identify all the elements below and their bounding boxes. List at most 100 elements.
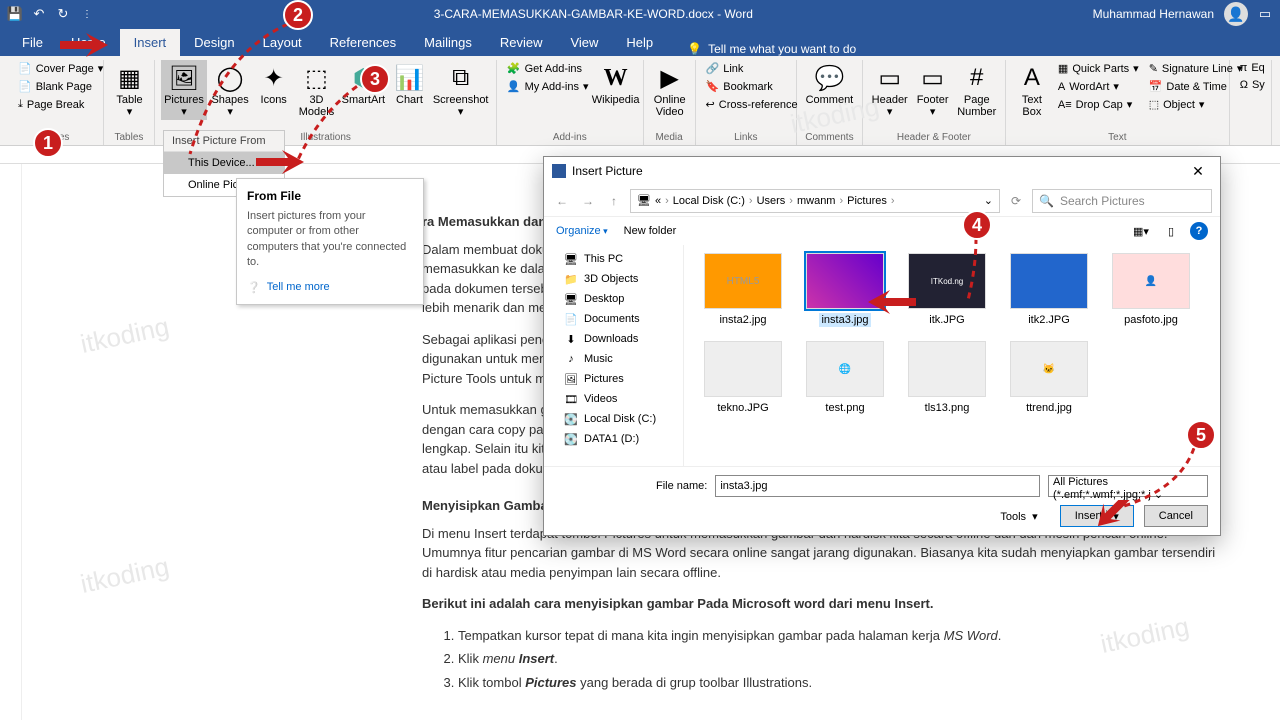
callout-3: 3	[360, 64, 390, 94]
ribbon-options-icon[interactable]: ▭	[1258, 7, 1272, 21]
preview-pane-icon[interactable]: ▯	[1160, 220, 1182, 242]
back-icon[interactable]: ←	[552, 191, 572, 211]
save-icon[interactable]: 💾	[8, 7, 22, 21]
tell-me-more-link[interactable]: ❔Tell me more	[247, 281, 413, 294]
tools-button[interactable]: Tools ▾	[1000, 510, 1037, 523]
close-icon[interactable]: ✕	[1184, 163, 1212, 180]
bookmark-button[interactable]: 🔖 Bookmark	[702, 78, 802, 95]
downloads-icon: ⬇	[564, 332, 578, 346]
tree-desktop[interactable]: 🖥Desktop	[544, 289, 683, 309]
folder-tree: 🖥This PC 📁3D Objects 🖥Desktop 📄Documents…	[544, 245, 684, 466]
tab-file[interactable]: File	[8, 29, 57, 56]
chevron-down-icon[interactable]: ⌄	[984, 194, 993, 207]
group-addins: Add-ins	[503, 130, 637, 145]
file-list: HTML5insta2.jpg insta3.jpg ITKod.ngitk.J…	[684, 245, 1220, 466]
tree-data1-d[interactable]: 💽DATA1 (D:)	[544, 429, 683, 449]
quick-parts-button[interactable]: ▦ Quick Parts ▾	[1054, 60, 1143, 77]
tooltip-body: Insert pictures from your computer or fr…	[247, 209, 413, 271]
tree-3d-objects[interactable]: 📁3D Objects	[544, 269, 683, 289]
file-item[interactable]: tekno.JPG	[702, 341, 784, 415]
wikipedia-button[interactable]: WWikipedia	[595, 60, 637, 108]
table-button[interactable]: ▦Table▾	[110, 60, 150, 120]
group-header-footer: Header & Footer	[869, 130, 999, 145]
up-icon[interactable]: ↑	[604, 191, 624, 211]
redo-icon[interactable]: ↻	[56, 7, 70, 21]
cross-reference-button[interactable]: ↩ Cross-reference	[702, 96, 802, 113]
pagenum-icon: #	[961, 62, 993, 94]
tree-documents[interactable]: 📄Documents	[544, 309, 683, 329]
filename-input[interactable]	[715, 475, 1040, 497]
tree-videos[interactable]: 🎞Videos	[544, 389, 683, 409]
tree-pictures[interactable]: 🖼Pictures	[544, 369, 683, 389]
file-item[interactable]: 🐱ttrend.jpg	[1008, 341, 1090, 415]
refresh-icon[interactable]: ⟳	[1006, 191, 1026, 211]
comment-button[interactable]: 💬Comment	[803, 60, 856, 108]
avatar[interactable]: 👤	[1224, 2, 1248, 26]
view-icon[interactable]: ▦▾	[1130, 220, 1152, 242]
pictures-icon: 🖼	[564, 372, 578, 386]
symbol-button[interactable]: Ω Sy	[1236, 77, 1269, 93]
tab-review[interactable]: Review	[486, 29, 557, 56]
file-item[interactable]: 🌐test.png	[804, 341, 886, 415]
chart-icon: 📊	[393, 62, 425, 94]
file-item[interactable]: itk2.JPG	[1008, 253, 1090, 327]
textbox-icon: A	[1016, 62, 1048, 94]
my-addins-button[interactable]: 👤 My Add-ins ▾	[503, 78, 593, 95]
tab-mailings[interactable]: Mailings	[410, 29, 486, 56]
undo-icon[interactable]: ↶	[32, 7, 46, 21]
tell-me-search[interactable]: 💡 Tell me what you want to do	[667, 42, 1280, 56]
vertical-ruler[interactable]	[0, 164, 22, 720]
file-item[interactable]: tls13.png	[906, 341, 988, 415]
screenshot-button[interactable]: ⧉Screenshot▾	[431, 60, 489, 120]
word-icon	[552, 164, 566, 178]
wikipedia-icon: W	[600, 62, 632, 94]
dashed-path	[1120, 448, 1200, 518]
help-icon[interactable]: ?	[1190, 222, 1208, 240]
dialog-title: Insert Picture	[572, 164, 643, 178]
tab-insert[interactable]: Insert	[120, 29, 181, 56]
page-number-button[interactable]: #Page Number	[955, 60, 999, 120]
get-addins-button[interactable]: 🧩 Get Add-ins	[503, 60, 593, 77]
tree-this-pc[interactable]: 🖥This PC	[544, 249, 683, 269]
group-text: Text	[1012, 130, 1223, 145]
file-item[interactable]: 👤pasfoto.jpg	[1110, 253, 1192, 327]
doc-list: Tempatkan kursor tepat di mana kita ingi…	[422, 626, 1220, 693]
arrow-annotation	[868, 290, 918, 320]
comment-icon: 💬	[813, 62, 845, 94]
group-tables: Tables	[110, 130, 149, 145]
tree-local-disk-c[interactable]: 💽Local Disk (C:)	[544, 409, 683, 429]
documents-icon: 📄	[564, 312, 578, 326]
file-item[interactable]: HTML5insta2.jpg	[702, 253, 784, 327]
group-media: Media	[650, 130, 689, 145]
breadcrumb[interactable]: 🖥 «› Local Disk (C:)› Users› mwanm› Pict…	[630, 189, 1000, 213]
link-button[interactable]: 🔗 Link	[702, 60, 802, 77]
group-comments: Comments	[803, 130, 856, 145]
new-folder-button[interactable]: New folder	[624, 225, 677, 237]
pc-icon: 🖥	[564, 252, 578, 266]
desktop-icon: 🖥	[564, 292, 578, 306]
filename-label: File name:	[656, 480, 707, 492]
folder-icon: 📁	[564, 272, 578, 286]
organize-button[interactable]: Organize	[556, 225, 608, 237]
tooltip-title: From File	[247, 189, 413, 203]
search-input[interactable]: 🔍 Search Pictures	[1032, 189, 1212, 213]
dropcap-button[interactable]: A≡ Drop Cap ▾	[1054, 96, 1143, 113]
textbox-button[interactable]: AText Box	[1012, 60, 1052, 120]
chart-button[interactable]: 📊Chart	[389, 60, 429, 108]
page-break-button[interactable]: ⤓ Page Break	[14, 96, 107, 113]
tree-music[interactable]: ♪Music	[544, 349, 683, 369]
tab-help[interactable]: Help	[612, 29, 667, 56]
equation-button[interactable]: π Eq	[1236, 60, 1269, 76]
arrow-annotation	[60, 33, 110, 63]
tab-view[interactable]: View	[556, 29, 612, 56]
wordart-button[interactable]: A WordArt ▾	[1054, 78, 1143, 95]
blank-page-button[interactable]: 📄 Blank Page	[14, 78, 107, 95]
screenshot-icon: ⧉	[445, 62, 477, 94]
header-button[interactable]: ▭Header▾	[869, 60, 911, 120]
footer-button[interactable]: ▭Footer▾	[913, 60, 953, 120]
forward-icon[interactable]: →	[578, 191, 598, 211]
search-icon: 🔍	[1039, 194, 1054, 208]
qat-more-icon[interactable]: ⋮	[80, 7, 94, 21]
online-video-button[interactable]: ▶Online Video	[650, 60, 690, 120]
tree-downloads[interactable]: ⬇Downloads	[544, 329, 683, 349]
